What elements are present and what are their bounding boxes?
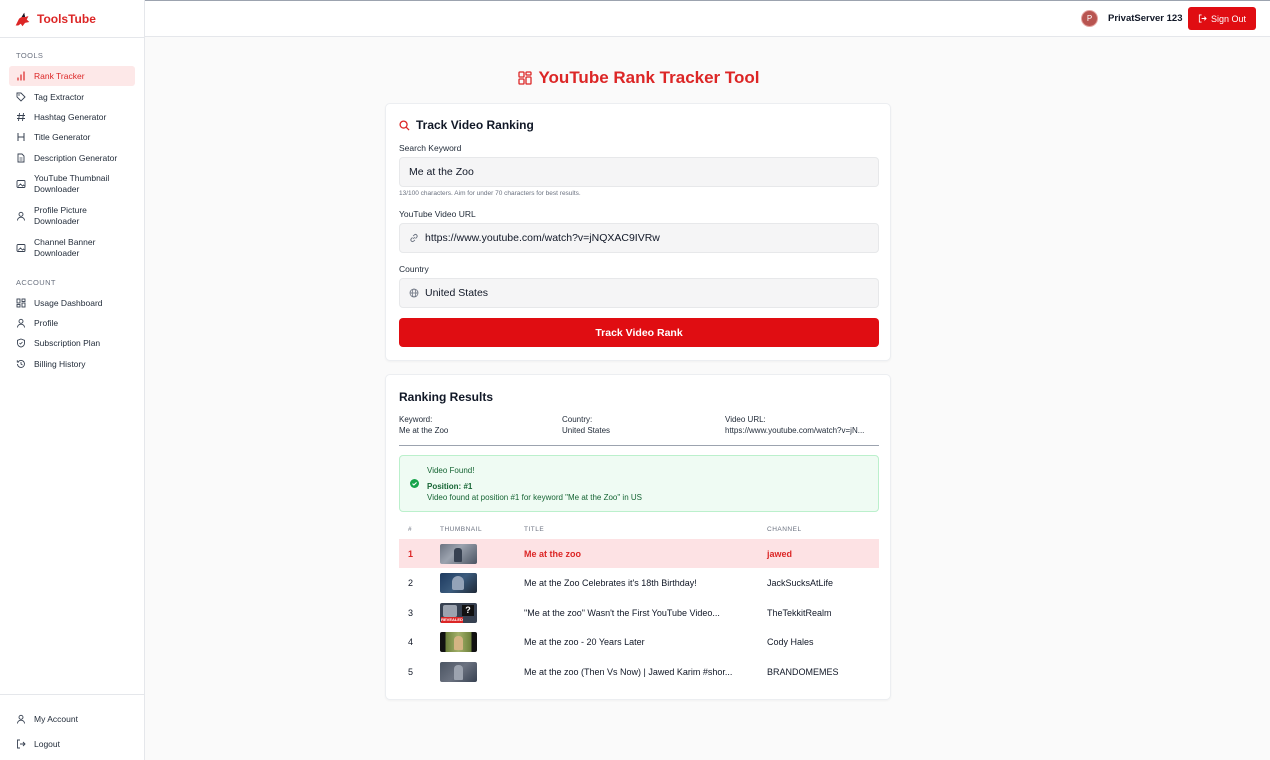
logout-icon bbox=[16, 739, 26, 749]
sidebar-item-thumbnail-downloader[interactable]: YouTube Thumbnail Downloader bbox=[9, 172, 135, 196]
check-circle-icon bbox=[410, 479, 419, 488]
video-thumbnail[interactable] bbox=[440, 572, 477, 593]
grid-icon bbox=[518, 71, 533, 85]
result-video-url: Video URL: https://www.youtube.com/watch… bbox=[725, 415, 865, 435]
sidebar-item-usage-dashboard[interactable]: Usage Dashboard bbox=[9, 293, 135, 313]
sidebar: ToolsTube TOOLS Rank Tracker Tag Extract… bbox=[0, 0, 145, 760]
document-icon bbox=[16, 153, 26, 163]
video-url-input[interactable]: https://www.youtube.com/watch?v=jNQXAC9I… bbox=[399, 223, 879, 253]
results-title: Ranking Results bbox=[399, 390, 494, 404]
rhino-logo-icon bbox=[15, 12, 30, 26]
keyword-label: Search Keyword bbox=[399, 143, 462, 153]
sidebar-item-title-generator[interactable]: Title Generator bbox=[9, 127, 135, 147]
account-section-label: ACCOUNT bbox=[16, 278, 56, 287]
sign-out-button[interactable]: Sign Out bbox=[1188, 7, 1256, 30]
keyword-char-count: 13/100 characters. Aim for under 70 char… bbox=[399, 190, 581, 197]
image-icon bbox=[16, 179, 26, 189]
video-thumbnail[interactable] bbox=[440, 661, 477, 682]
tools-section-label: TOOLS bbox=[16, 51, 44, 60]
heading-icon bbox=[16, 132, 26, 142]
table-row[interactable]: 4 Me at the zoo - 20 Years Later Cody Ha… bbox=[399, 627, 879, 656]
sidebar-item-my-account[interactable]: My Account bbox=[9, 709, 135, 729]
keyword-input[interactable]: Me at the Zoo bbox=[399, 157, 879, 187]
sidebar-item-logout[interactable]: Logout bbox=[9, 734, 135, 754]
sidebar-item-subscription-plan[interactable]: Subscription Plan bbox=[9, 333, 135, 353]
globe-icon bbox=[409, 288, 419, 298]
table-row[interactable]: 1 Me at the zoo jawed bbox=[399, 539, 879, 568]
user-name: PrivatServer 123 bbox=[1108, 13, 1183, 24]
video-thumbnail[interactable] bbox=[440, 543, 477, 564]
ranking-results-card: Ranking Results Keyword: Me at the Zoo C… bbox=[385, 374, 891, 700]
sidebar-item-channel-banner-downloader[interactable]: Channel Banner Downloader bbox=[9, 236, 135, 260]
user-icon bbox=[16, 211, 26, 221]
found-detail: Video found at position #1 for keyword "… bbox=[427, 493, 642, 502]
sidebar-item-description-generator[interactable]: Description Generator bbox=[9, 148, 135, 168]
video-thumbnail[interactable]: ? REVEALED bbox=[440, 602, 477, 623]
table-row[interactable]: 5 Me at the zoo (Then Vs Now) | Jawed Ka… bbox=[399, 657, 879, 686]
result-keyword: Keyword: Me at the Zoo bbox=[399, 415, 449, 435]
avatar[interactable]: P bbox=[1081, 10, 1098, 27]
search-icon bbox=[399, 119, 410, 131]
country-select[interactable]: United States bbox=[399, 278, 879, 308]
sidebar-divider bbox=[0, 37, 145, 38]
sidebar-bottom-divider bbox=[0, 694, 145, 695]
page-title: YouTube Rank Tracker Tool bbox=[145, 68, 1133, 88]
sidebar-item-profile-picture-downloader[interactable]: Profile Picture Downloader bbox=[9, 204, 135, 228]
found-title: Video Found! bbox=[427, 466, 475, 475]
top-header bbox=[145, 1, 1270, 37]
table-row[interactable]: 3 ? REVEALED "Me at the zoo" Wasn't the … bbox=[399, 598, 879, 627]
brand-logo[interactable]: ToolsTube bbox=[14, 10, 96, 28]
sidebar-item-rank-tracker[interactable]: Rank Tracker bbox=[9, 66, 135, 86]
video-found-alert: Video Found! Position: #1 Video found at… bbox=[399, 455, 879, 512]
col-thumbnail-header: THUMBNAIL bbox=[440, 526, 483, 533]
user-icon bbox=[16, 714, 26, 724]
logout-icon bbox=[1198, 14, 1207, 23]
col-title-header: TITLE bbox=[524, 526, 545, 533]
link-icon bbox=[410, 234, 418, 242]
bar-chart-icon bbox=[16, 71, 26, 81]
sidebar-item-tag-extractor[interactable]: Tag Extractor bbox=[9, 87, 135, 107]
track-form-card: Track Video Ranking Search Keyword Me at… bbox=[385, 103, 891, 361]
found-position: Position: #1 bbox=[427, 482, 473, 491]
col-rank-header: # bbox=[408, 526, 413, 533]
sidebar-item-profile[interactable]: Profile bbox=[9, 313, 135, 333]
sidebar-item-billing-history[interactable]: Billing History bbox=[9, 354, 135, 374]
table-row[interactable]: 2 Me at the Zoo Celebrates it's 18th Bir… bbox=[399, 568, 879, 597]
video-thumbnail[interactable] bbox=[440, 631, 477, 652]
image-icon bbox=[16, 243, 26, 253]
country-label: Country bbox=[399, 264, 429, 274]
url-label: YouTube Video URL bbox=[399, 209, 476, 219]
tag-icon bbox=[16, 92, 26, 102]
form-title: Track Video Ranking bbox=[399, 118, 534, 132]
brand-name: ToolsTube bbox=[37, 12, 96, 26]
user-icon bbox=[16, 318, 26, 328]
history-icon bbox=[16, 359, 26, 369]
col-channel-header: CHANNEL bbox=[767, 526, 802, 533]
meta-divider bbox=[399, 445, 879, 446]
sidebar-item-hashtag-generator[interactable]: Hashtag Generator bbox=[9, 107, 135, 127]
result-country: Country: United States bbox=[562, 415, 611, 435]
shield-icon bbox=[16, 338, 26, 348]
dashboard-icon bbox=[16, 298, 26, 308]
track-video-rank-button[interactable]: Track Video Rank bbox=[399, 318, 879, 347]
hash-icon bbox=[16, 112, 26, 122]
